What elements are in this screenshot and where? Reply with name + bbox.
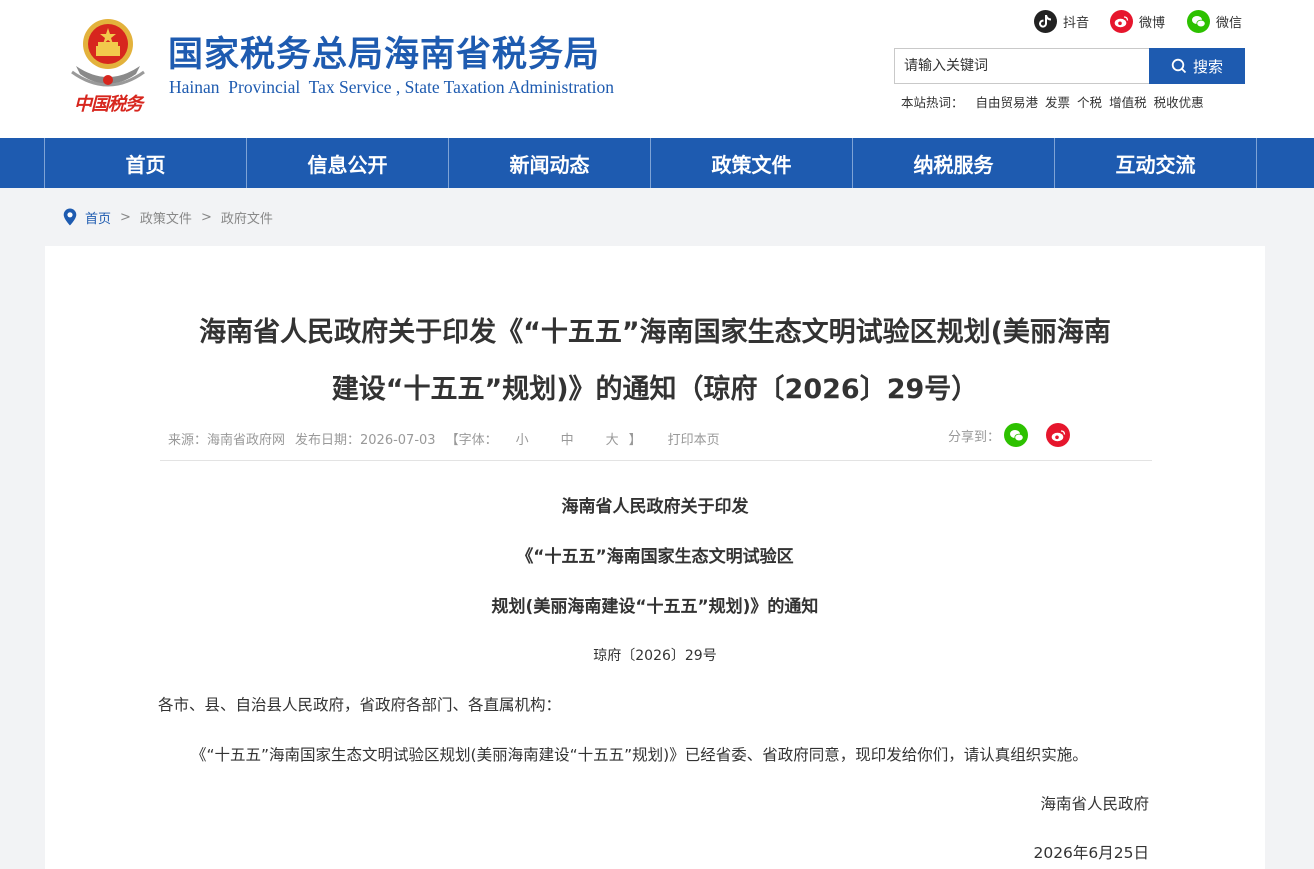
hotword-item[interactable]: 自由贸易港 — [976, 92, 1039, 111]
nav-item-service[interactable]: 纳税服务 — [852, 138, 1054, 188]
hotword-item[interactable]: 发票 — [1045, 92, 1070, 111]
nav-divider — [1256, 138, 1257, 188]
doc-heading-line2: 《“十五五”海南国家生态文明试验区 — [516, 547, 794, 567]
breadcrumb-separator: > — [120, 209, 131, 225]
sign-date: 2026年6月25日 — [1033, 844, 1149, 862]
search-bar: 搜索 — [894, 48, 1245, 84]
breadcrumb: 首页 > 政策文件 > 政府文件 — [63, 208, 273, 227]
wechat-icon — [1187, 9, 1210, 33]
article-panel: 海南省人民政府关于印发《“十五五”海南国家生态文明试验区规划(美丽海南 建设“十… — [45, 246, 1265, 869]
weibo-link[interactable]: 微博 — [1110, 9, 1165, 33]
print-button[interactable]: 打印本页 — [668, 429, 720, 448]
search-button[interactable]: 搜索 — [1149, 48, 1245, 84]
font-size-small[interactable]: 小 — [516, 429, 529, 448]
breadcrumb-policy[interactable]: 政策文件 — [140, 208, 192, 227]
body-paragraph: 《“十五五”海南国家生态文明试验区规划(美丽海南建设“十五五”规划)》已经省委、… — [191, 746, 1088, 764]
douyin-link[interactable]: 抖音 — [1034, 9, 1089, 33]
font-size-medium[interactable]: 中 — [561, 429, 574, 448]
site-title[interactable]: 国家税务总局海南省税务局 — [168, 26, 600, 77]
share-bar: 分享到： — [948, 423, 1071, 447]
search-button-label: 搜索 — [1192, 57, 1223, 76]
hotwords: 本站热词： 自由贸易港 发票 个税 增值税 税收优惠 — [901, 92, 1211, 111]
breadcrumb-home[interactable]: 首页 — [85, 208, 111, 227]
article-date: 发布日期：2026-07-03 — [295, 433, 436, 448]
nav-item-home[interactable]: 首页 — [44, 138, 246, 188]
doc-heading-line3: 规划(美丽海南建设“十五五”规划)》的通知 — [491, 597, 819, 617]
search-input[interactable] — [895, 49, 1149, 83]
weibo-label: 微博 — [1139, 15, 1166, 31]
article-title-line2: 建设“十五五”规划)》的通知（琼府〔2026〕29号） — [331, 374, 979, 405]
nav-item-interaction[interactable]: 互动交流 — [1054, 138, 1256, 188]
nav-item-info[interactable]: 信息公开 — [246, 138, 448, 188]
doc-number: 琼府〔2026〕29号 — [593, 648, 717, 664]
signature: 海南省人民政府 — [1040, 795, 1149, 813]
article-meta: 来源：海南省政府网 发布日期：2026-07-03 【字体： 小 中 大 】 打… — [168, 429, 720, 448]
search-icon — [1171, 58, 1187, 74]
site-header: 中国税务 国家税务总局海南省税务局 Hainan Provincial Tax … — [0, 0, 1314, 138]
douyin-icon — [1034, 9, 1057, 33]
nav-item-policy[interactable]: 政策文件 — [650, 138, 852, 188]
site-subtitle: Hainan Provincial Tax Service , State Ta… — [169, 77, 615, 97]
article-title-line1: 海南省人民政府关于印发《“十五五”海南国家生态文明试验区规划(美丽海南 — [199, 317, 1111, 348]
main-nav: 首页 信息公开 新闻动态 政策文件 纳税服务 互动交流 — [0, 138, 1314, 188]
breadcrumb-gov-docs[interactable]: 政府文件 — [221, 208, 273, 227]
article-source: 来源：海南省政府网 — [168, 433, 286, 448]
share-wechat-icon[interactable] — [1004, 423, 1029, 447]
font-size-label: 【字体： — [445, 433, 498, 448]
font-size-end: 】 — [628, 433, 642, 448]
weibo-icon — [1110, 9, 1133, 33]
hotword-item[interactable]: 税收优惠 — [1154, 92, 1204, 111]
article-title: 海南省人民政府关于印发《“十五五”海南国家生态文明试验区规划(美丽海南 建设“十… — [165, 304, 1145, 418]
breadcrumb-separator: > — [200, 209, 212, 225]
location-pin-icon — [63, 208, 77, 226]
doc-heading-line1: 海南省人民政府关于印发 — [561, 497, 749, 517]
weixin-label: 微信 — [1216, 15, 1243, 31]
salutation: 各市、县、自治县人民政府，省政府各部门、各直属机构： — [158, 696, 562, 714]
national-emblem-logo[interactable]: 中国税务 — [66, 10, 150, 116]
font-size-large[interactable]: 大 — [606, 429, 619, 448]
hotwords-label: 本站热词： — [901, 95, 964, 110]
douyin-label: 抖音 — [1063, 15, 1090, 31]
logo-text: 中国税务 — [74, 94, 143, 115]
share-weibo-icon[interactable] — [1046, 423, 1071, 447]
divider — [160, 460, 1152, 461]
nav-item-news[interactable]: 新闻动态 — [448, 138, 650, 188]
hotword-item[interactable]: 增值税 — [1109, 92, 1147, 111]
hotword-item[interactable]: 个税 — [1077, 92, 1102, 111]
weixin-link[interactable]: 微信 — [1187, 9, 1242, 33]
share-label: 分享到： — [948, 429, 1001, 445]
